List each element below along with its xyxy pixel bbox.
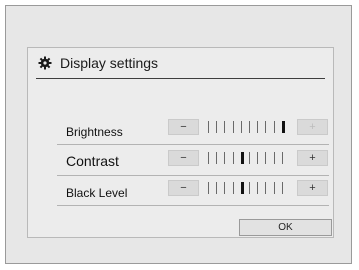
title-divider [36, 78, 325, 79]
row-divider [57, 144, 329, 145]
dialog-titlebar: Display settings [28, 48, 333, 78]
brightness-decrease-button[interactable]: − [168, 119, 199, 135]
setting-row-brightness: Brightness − + [57, 117, 330, 145]
level-tick [208, 152, 209, 164]
level-tick [224, 152, 225, 164]
black-level-increase-button[interactable]: + [297, 180, 328, 196]
dialog-title: Display settings [60, 55, 159, 71]
level-tick [257, 121, 258, 133]
contrast-decrease-button[interactable]: − [168, 150, 199, 166]
setting-label: Brightness [66, 125, 123, 139]
screen-background: Display settings Brightness − + Contrast… [5, 5, 352, 264]
level-tick [224, 182, 225, 194]
setting-row-contrast: Contrast − + [57, 148, 330, 176]
level-tick [257, 152, 258, 164]
level-tick [282, 152, 283, 164]
level-marker [282, 121, 285, 133]
setting-label: Contrast [66, 153, 119, 169]
level-tick [249, 182, 250, 194]
level-tick [233, 121, 234, 133]
level-tick [216, 121, 217, 133]
brightness-level-scale [208, 121, 292, 133]
black-level-decrease-button[interactable]: − [168, 180, 199, 196]
contrast-increase-button[interactable]: + [297, 150, 328, 166]
level-tick [249, 121, 250, 133]
level-tick [233, 152, 234, 164]
level-tick [274, 182, 275, 194]
ok-button[interactable]: OK [239, 219, 332, 236]
row-divider [57, 205, 329, 206]
level-tick [265, 152, 266, 164]
contrast-level-scale [208, 152, 292, 164]
gear-icon [38, 56, 52, 70]
level-marker [241, 152, 244, 164]
level-tick [282, 182, 283, 194]
level-tick [216, 152, 217, 164]
level-tick [216, 182, 217, 194]
level-tick [257, 182, 258, 194]
setting-label: Black Level [66, 186, 128, 200]
row-divider [57, 175, 329, 176]
level-tick [274, 152, 275, 164]
level-tick [208, 182, 209, 194]
level-tick [274, 121, 275, 133]
level-tick [224, 121, 225, 133]
level-tick [249, 152, 250, 164]
level-tick [241, 121, 242, 133]
level-tick [233, 182, 234, 194]
black-level-level-scale [208, 182, 292, 194]
level-tick [265, 182, 266, 194]
level-tick [265, 121, 266, 133]
level-tick [208, 121, 209, 133]
display-settings-dialog: Display settings Brightness − + Contrast… [27, 47, 334, 238]
setting-row-black-level: Black Level − + [57, 178, 330, 206]
brightness-increase-button[interactable]: + [297, 119, 328, 135]
level-marker [241, 182, 244, 194]
